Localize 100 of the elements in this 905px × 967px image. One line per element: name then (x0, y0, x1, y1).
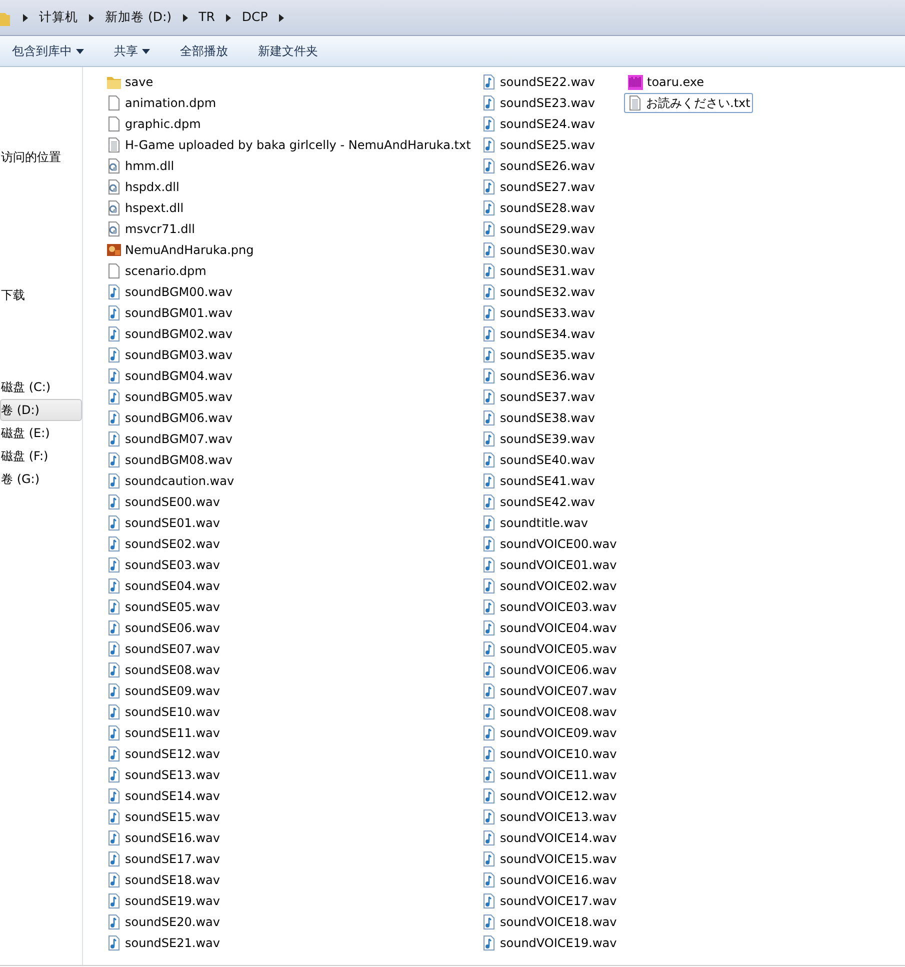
file-item[interactable]: soundSE31.wav (478, 261, 598, 281)
file-item[interactable]: soundSE15.wav (103, 807, 223, 827)
file-item[interactable]: soundVOICE04.wav (478, 618, 620, 638)
file-item[interactable]: soundSE20.wav (103, 912, 223, 932)
file-item[interactable]: soundSE39.wav (478, 429, 598, 449)
file-item[interactable]: soundSE36.wav (478, 366, 598, 386)
file-item[interactable]: soundSE10.wav (103, 702, 223, 722)
toolbar-button[interactable]: 包含到库中 (4, 36, 92, 66)
nav-item[interactable]: 访问的位置 (0, 146, 82, 168)
file-item[interactable]: soundVOICE19.wav (478, 933, 620, 953)
file-item[interactable]: soundSE23.wav (478, 93, 598, 113)
file-item[interactable]: soundVOICE11.wav (478, 765, 620, 785)
file-item[interactable]: soundSE32.wav (478, 282, 598, 302)
file-item[interactable]: soundtitle.wav (478, 513, 591, 533)
file-item[interactable]: soundSE12.wav (103, 744, 223, 764)
file-item[interactable]: soundSE13.wav (103, 765, 223, 785)
toolbar-button[interactable]: 共享 (106, 36, 158, 66)
breadcrumb-item[interactable]: TR (196, 8, 217, 27)
file-item[interactable]: soundBGM06.wav (103, 408, 236, 428)
file-item[interactable]: soundSE37.wav (478, 387, 598, 407)
file-item[interactable]: soundSE08.wav (103, 660, 223, 680)
file-item[interactable]: soundVOICE09.wav (478, 723, 620, 743)
nav-item[interactable]: 磁盘 (E:) (0, 422, 82, 444)
file-item[interactable]: soundSE40.wav (478, 450, 598, 470)
file-item[interactable]: soundSE03.wav (103, 555, 223, 575)
file-item[interactable]: soundVOICE03.wav (478, 597, 620, 617)
file-item[interactable]: soundVOICE14.wav (478, 828, 620, 848)
file-item[interactable]: NemuAndHaruka.png (103, 240, 257, 260)
breadcrumb-item[interactable]: 计算机 (37, 8, 80, 27)
file-item[interactable]: toaru.exe (624, 72, 708, 92)
file-item[interactable]: soundVOICE01.wav (478, 555, 620, 575)
file-item[interactable]: soundSE17.wav (103, 849, 223, 869)
file-item[interactable]: soundSE25.wav (478, 135, 598, 155)
file-item[interactable]: soundSE29.wav (478, 219, 598, 239)
file-item[interactable]: soundSE07.wav (103, 639, 223, 659)
nav-item[interactable]: 卷 (G:) (0, 468, 82, 490)
file-item[interactable]: soundBGM04.wav (103, 366, 236, 386)
file-item[interactable]: soundSE35.wav (478, 345, 598, 365)
file-item[interactable]: soundVOICE17.wav (478, 891, 620, 911)
toolbar-button[interactable]: 全部播放 (172, 36, 236, 66)
file-item[interactable]: soundSE28.wav (478, 198, 598, 218)
file-item[interactable]: soundSE05.wav (103, 597, 223, 617)
file-item[interactable]: soundBGM02.wav (103, 324, 236, 344)
file-item[interactable]: hmm.dll (103, 156, 178, 176)
breadcrumb-item[interactable]: 新加卷 (D:) (103, 8, 174, 27)
file-item[interactable]: hspdx.dll (103, 177, 182, 197)
file-item[interactable]: soundSE33.wav (478, 303, 598, 323)
file-item[interactable]: soundSE04.wav (103, 576, 223, 596)
file-item[interactable]: soundSE21.wav (103, 933, 223, 953)
file-item[interactable]: soundBGM01.wav (103, 303, 236, 323)
file-item[interactable]: soundVOICE15.wav (478, 849, 620, 869)
file-item[interactable]: soundSE16.wav (103, 828, 223, 848)
file-item[interactable]: soundVOICE08.wav (478, 702, 620, 722)
file-item[interactable]: soundSE01.wav (103, 513, 223, 533)
file-item[interactable]: graphic.dpm (103, 114, 204, 134)
file-item[interactable]: soundSE42.wav (478, 492, 598, 512)
file-item[interactable]: お読みください.txt (624, 93, 754, 113)
file-item[interactable]: soundSE02.wav (103, 534, 223, 554)
file-item[interactable]: soundSE18.wav (103, 870, 223, 890)
file-item[interactable]: soundSE00.wav (103, 492, 223, 512)
file-item[interactable]: soundBGM08.wav (103, 450, 236, 470)
file-item[interactable]: scenario.dpm (103, 261, 210, 281)
nav-item[interactable]: 磁盘 (F:) (0, 445, 82, 467)
file-item[interactable]: H-Game uploaded by baka girlcelly - NemuAndHaruka.txt (103, 135, 474, 155)
file-item[interactable]: soundVOICE13.wav (478, 807, 620, 827)
file-item[interactable]: soundcaution.wav (103, 471, 238, 491)
file-item[interactable]: soundSE41.wav (478, 471, 598, 491)
file-item[interactable]: soundSE09.wav (103, 681, 223, 701)
file-item[interactable]: soundVOICE07.wav (478, 681, 620, 701)
file-item[interactable]: soundVOICE06.wav (478, 660, 620, 680)
file-item[interactable]: soundSE19.wav (103, 891, 223, 911)
breadcrumb-item[interactable]: DCP (240, 8, 270, 27)
file-item[interactable]: animation.dpm (103, 93, 220, 113)
file-item[interactable]: soundVOICE10.wav (478, 744, 620, 764)
file-item[interactable]: hspext.dll (103, 198, 187, 218)
file-item[interactable]: soundSE30.wav (478, 240, 598, 260)
file-item[interactable]: soundBGM00.wav (103, 282, 236, 302)
nav-item[interactable]: 磁盘 (C:) (0, 376, 82, 398)
file-item[interactable]: soundVOICE00.wav (478, 534, 620, 554)
file-item[interactable]: soundVOICE02.wav (478, 576, 620, 596)
file-item[interactable]: soundBGM07.wav (103, 429, 236, 449)
nav-item[interactable]: 卷 (D:) (0, 399, 82, 421)
nav-item[interactable]: 下载 (0, 284, 82, 306)
file-item[interactable]: soundSE34.wav (478, 324, 598, 344)
file-item[interactable]: soundVOICE05.wav (478, 639, 620, 659)
file-item[interactable]: msvcr71.dll (103, 219, 198, 239)
file-item[interactable]: soundSE22.wav (478, 72, 598, 92)
file-item[interactable]: soundVOICE16.wav (478, 870, 620, 890)
file-item[interactable]: soundSE26.wav (478, 156, 598, 176)
file-item[interactable]: soundBGM05.wav (103, 387, 236, 407)
file-item[interactable]: soundSE24.wav (478, 114, 598, 134)
file-item[interactable]: soundSE14.wav (103, 786, 223, 806)
file-item[interactable]: soundBGM03.wav (103, 345, 236, 365)
file-item[interactable]: soundVOICE18.wav (478, 912, 620, 932)
toolbar-button[interactable]: 新建文件夹 (250, 36, 326, 66)
file-item[interactable]: soundSE11.wav (103, 723, 223, 743)
file-item[interactable]: soundVOICE12.wav (478, 786, 620, 806)
file-item[interactable]: save (103, 72, 156, 92)
file-item[interactable]: soundSE27.wav (478, 177, 598, 197)
file-item[interactable]: soundSE06.wav (103, 618, 223, 638)
